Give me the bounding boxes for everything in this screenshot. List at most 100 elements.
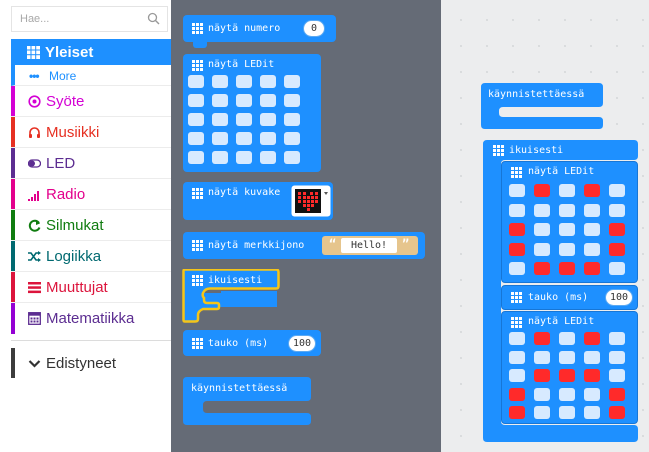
led-cell[interactable]: [534, 203, 550, 217]
led-cell[interactable]: [584, 203, 600, 217]
led-cell[interactable]: [284, 132, 300, 145]
led-cell[interactable]: [559, 262, 575, 275]
led-cell[interactable]: [609, 350, 625, 364]
led-cell[interactable]: [584, 332, 600, 345]
led-cell[interactable]: [559, 223, 575, 236]
led-cell[interactable]: [559, 332, 575, 345]
led-cell[interactable]: [609, 242, 625, 256]
number-input[interactable]: 100: [288, 335, 316, 352]
block-show-leds[interactable]: näytä LEDit: [183, 54, 321, 172]
led-cell[interactable]: [509, 242, 525, 256]
led-cell[interactable]: [260, 94, 276, 107]
category-advanced[interactable]: Edistyneet: [11, 348, 171, 378]
led-cell[interactable]: [284, 113, 300, 126]
led-cell[interactable]: [584, 223, 600, 236]
led-cell[interactable]: [559, 369, 575, 382]
led-cell[interactable]: [609, 184, 625, 197]
led-cell[interactable]: [609, 203, 625, 217]
led-cell[interactable]: [534, 223, 550, 236]
led-cell[interactable]: [509, 203, 525, 217]
led-cell[interactable]: [260, 113, 276, 126]
block-pause[interactable]: tauko (ms) 100: [501, 285, 638, 310]
led-cell[interactable]: [534, 350, 550, 364]
led-cell[interactable]: [509, 387, 525, 401]
led-cell[interactable]: [236, 151, 252, 164]
category-radio[interactable]: Radio: [11, 179, 171, 210]
led-cell[interactable]: [236, 94, 252, 107]
led-cell[interactable]: [584, 369, 600, 382]
category-more[interactable]: ••• More: [11, 65, 171, 86]
string-input[interactable]: Hello!: [341, 238, 397, 253]
led-cell[interactable]: [260, 151, 276, 164]
block-show-leds[interactable]: näytä LEDit: [501, 161, 638, 283]
led-cell[interactable]: [260, 75, 276, 88]
led-cell[interactable]: [509, 369, 525, 382]
led-cell[interactable]: [609, 406, 625, 419]
led-cell[interactable]: [559, 350, 575, 364]
led-cell[interactable]: [559, 184, 575, 197]
led-cell[interactable]: [188, 94, 204, 107]
search-icon[interactable]: [147, 12, 161, 26]
led-cell[interactable]: [534, 387, 550, 401]
led-cell[interactable]: [236, 75, 252, 88]
led-cell[interactable]: [609, 387, 625, 401]
search-input[interactable]: [12, 7, 142, 31]
led-cell[interactable]: [609, 262, 625, 275]
led-cell[interactable]: [559, 387, 575, 401]
led-cell[interactable]: [534, 184, 550, 197]
led-cell[interactable]: [212, 151, 228, 164]
led-cell[interactable]: [236, 132, 252, 145]
category-led[interactable]: LED: [11, 148, 171, 179]
category-logic[interactable]: Logiikka: [11, 241, 171, 272]
led-cell[interactable]: [584, 406, 600, 419]
category-loops[interactable]: Silmukat: [11, 210, 171, 241]
led-cell[interactable]: [188, 75, 204, 88]
led-cell[interactable]: [584, 184, 600, 197]
led-cell[interactable]: [284, 94, 300, 107]
led-cell[interactable]: [509, 262, 525, 275]
led-cell[interactable]: [534, 242, 550, 256]
led-cell[interactable]: [534, 369, 550, 382]
led-cell[interactable]: [212, 75, 228, 88]
block-show-string[interactable]: näytä merkkijono “ Hello! ”: [183, 232, 425, 259]
category-math[interactable]: Matematiikka: [11, 303, 171, 334]
led-cell[interactable]: [509, 406, 525, 419]
led-cell[interactable]: [609, 223, 625, 236]
led-cell[interactable]: [584, 242, 600, 256]
category-input[interactable]: Syöte: [11, 86, 171, 117]
category-music[interactable]: Musiikki: [11, 117, 171, 148]
category-basic[interactable]: Yleiset: [11, 39, 171, 65]
led-cell[interactable]: [534, 262, 550, 275]
led-cell[interactable]: [534, 406, 550, 419]
led-cell[interactable]: [609, 369, 625, 382]
block-show-leds[interactable]: näytä LEDit: [501, 311, 638, 424]
icon-picker[interactable]: [291, 185, 331, 217]
led-cell[interactable]: [584, 350, 600, 364]
workspace[interactable]: käynnistettäessä ikuisesti näytä LEDit t…: [441, 0, 649, 452]
led-cell[interactable]: [559, 242, 575, 256]
led-cell[interactable]: [212, 132, 228, 145]
led-cell[interactable]: [584, 262, 600, 275]
led-cell[interactable]: [509, 184, 525, 197]
led-cell[interactable]: [509, 332, 525, 345]
category-variables[interactable]: Muuttujat: [11, 272, 171, 303]
led-cell[interactable]: [609, 332, 625, 345]
led-cell[interactable]: [509, 223, 525, 236]
led-cell[interactable]: [188, 113, 204, 126]
led-cell[interactable]: [584, 387, 600, 401]
led-cell[interactable]: [260, 132, 276, 145]
led-cell[interactable]: [559, 203, 575, 217]
block-show-icon[interactable]: näytä kuvake: [183, 182, 333, 220]
led-cell[interactable]: [236, 113, 252, 126]
led-cell[interactable]: [509, 350, 525, 364]
led-cell[interactable]: [188, 151, 204, 164]
led-cell[interactable]: [559, 406, 575, 419]
led-cell[interactable]: [188, 132, 204, 145]
number-input[interactable]: 0: [303, 20, 325, 37]
string-block[interactable]: “ Hello! ”: [322, 236, 418, 255]
led-cell[interactable]: [284, 151, 300, 164]
led-cell[interactable]: [212, 94, 228, 107]
block-pause[interactable]: tauko (ms) 100: [183, 330, 321, 356]
led-cell[interactable]: [212, 113, 228, 126]
led-cell[interactable]: [284, 75, 300, 88]
